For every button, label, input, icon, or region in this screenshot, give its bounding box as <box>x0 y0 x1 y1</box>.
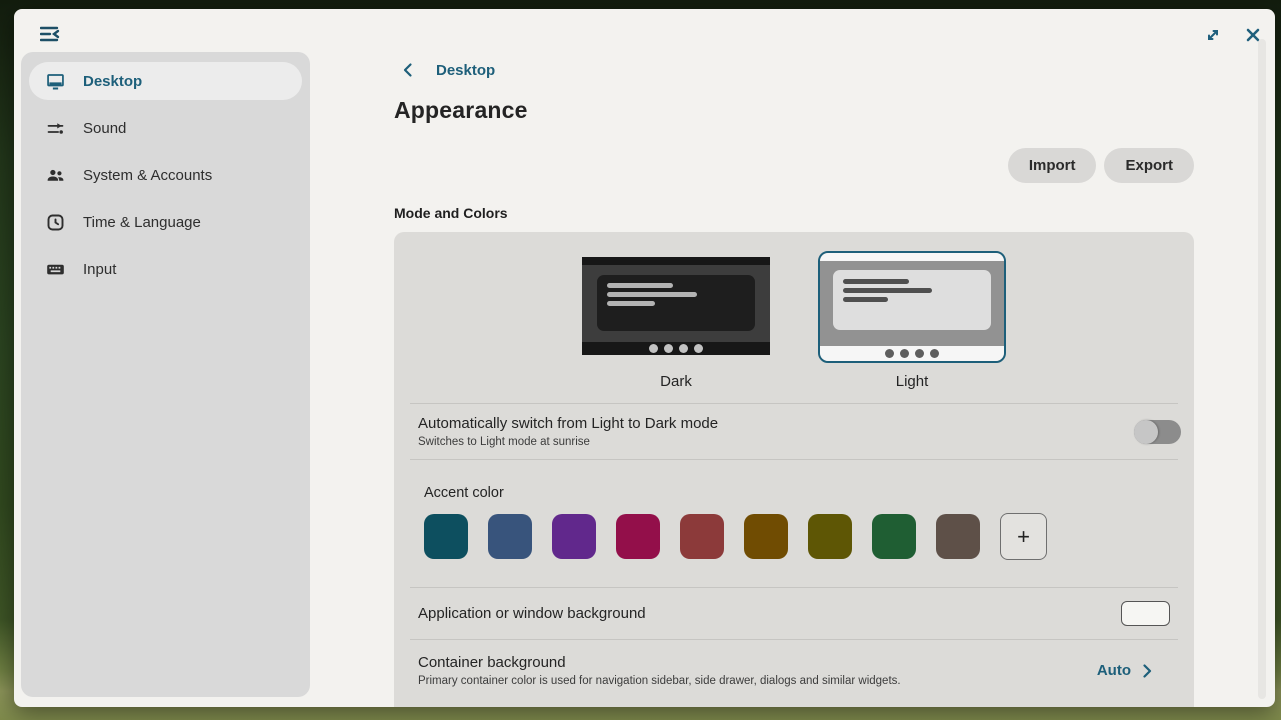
sidebar-item-label: Input <box>83 260 117 278</box>
clock-icon <box>45 212 66 233</box>
monitor-icon <box>45 71 66 92</box>
app-background-label: Application or window background <box>418 605 646 622</box>
titlebar <box>14 9 1275 47</box>
sidebar-item-desktop[interactable]: Desktop <box>29 62 302 100</box>
import-button[interactable]: Import <box>1007 148 1097 183</box>
app-background-row: Application or window background <box>394 588 1194 639</box>
sidebar-item-label: System & Accounts <box>83 166 213 184</box>
accent-swatch-brown[interactable] <box>936 514 980 559</box>
accent-color-label: Accent color <box>424 485 504 501</box>
sidebar-item-label: Desktop <box>83 72 143 90</box>
auto-switch-title: Automatically switch from Light to Dark … <box>418 415 719 432</box>
accent-swatch-magenta[interactable] <box>616 514 660 559</box>
keyboard-icon <box>45 259 66 280</box>
sidebar-collapse-icon[interactable] <box>39 26 60 42</box>
sidebar-item-label: Sound <box>83 119 127 137</box>
accent-swatch-row: + <box>424 513 1170 560</box>
accent-swatch-green[interactable] <box>872 514 916 559</box>
settings-window: Desktop Sound System & Accounts Time & L… <box>14 9 1275 707</box>
theme-selector: Dark Light <box>394 232 1194 403</box>
auto-switch-subtitle: Switches to Light mode at sunrise <box>418 436 590 448</box>
breadcrumb-link-desktop[interactable]: Desktop <box>436 62 495 79</box>
export-button[interactable]: Export <box>1104 148 1194 183</box>
container-background-subtitle: Primary container color is used for navi… <box>418 675 901 687</box>
mode-and-colors-card: Dark Light Automatically switch from Lig… <box>394 232 1194 707</box>
accent-swatch-red[interactable] <box>680 514 724 559</box>
container-background-value: Auto <box>1096 662 1131 679</box>
theme-option-dark[interactable]: Dark <box>582 257 770 393</box>
maximize-icon[interactable] <box>1204 26 1222 44</box>
breadcrumb: Desktop <box>394 59 1194 81</box>
section-title: Mode and Colors <box>394 205 508 221</box>
container-background-row[interactable]: Container background Primary container c… <box>394 640 1194 687</box>
accent-swatch-teal[interactable] <box>424 514 468 559</box>
app-background-swatch[interactable] <box>1121 601 1170 626</box>
sidebar-item-system-accounts[interactable]: System & Accounts <box>29 156 302 194</box>
accent-swatch-blue[interactable] <box>488 514 532 559</box>
auto-switch-row: Automatically switch from Light to Dark … <box>394 404 1194 459</box>
accent-color-block: Accent color + <box>394 460 1194 587</box>
dark-theme-preview <box>582 257 770 355</box>
chevron-right-icon <box>1140 663 1154 678</box>
light-theme-preview-selected <box>818 251 1006 363</box>
accent-swatch-orange-brown[interactable] <box>744 514 788 559</box>
vertical-scrollbar[interactable] <box>1258 39 1266 699</box>
actions-row: Import Export <box>394 148 1194 183</box>
accent-swatch-purple[interactable] <box>552 514 596 559</box>
add-accent-color-button[interactable]: + <box>1000 513 1047 560</box>
sidebar-item-time-language[interactable]: Time & Language <box>29 203 302 241</box>
page-title: Appearance <box>394 97 528 123</box>
theme-option-light[interactable]: Light <box>818 251 1006 393</box>
people-icon <box>45 165 66 186</box>
back-icon[interactable] <box>400 62 416 78</box>
settings-sidebar: Desktop Sound System & Accounts Time & L… <box>21 52 310 697</box>
mixer-sliders-icon <box>45 118 66 139</box>
theme-label-dark: Dark <box>660 373 692 390</box>
container-background-label: Container background <box>418 654 566 671</box>
sidebar-item-label: Time & Language <box>83 213 201 231</box>
auto-switch-toggle[interactable] <box>1134 419 1181 444</box>
sidebar-item-input[interactable]: Input <box>29 250 302 288</box>
accent-swatch-olive[interactable] <box>808 514 852 559</box>
theme-label-light: Light <box>895 373 929 390</box>
sidebar-item-sound[interactable]: Sound <box>29 109 302 147</box>
main-panel: Desktop Appearance Import Export Mode an… <box>394 47 1194 707</box>
